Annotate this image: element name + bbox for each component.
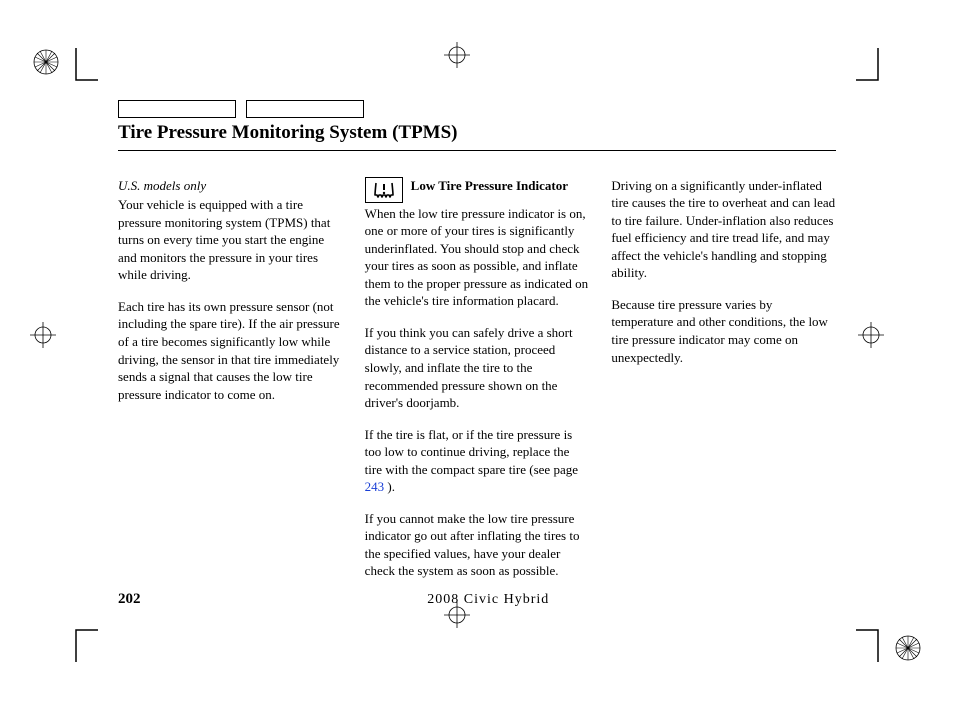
crop-mark-top-right [856, 40, 926, 110]
body-paragraph: When the low tire pressure indicator is … [365, 205, 590, 310]
crop-mark-top-left [28, 40, 98, 110]
body-paragraph: Driving on a significantly under-inflate… [611, 177, 836, 282]
column-3: Driving on a significantly under-inflate… [611, 177, 836, 594]
footer-model: 2008 Civic Hybrid [141, 591, 837, 610]
body-paragraph: Each tire has its own pressure sensor (n… [118, 298, 343, 403]
page-content: Tire Pressure Monitoring System (TPMS) U… [118, 100, 836, 610]
body-paragraph: Your vehicle is equipped with a tire pre… [118, 196, 343, 284]
header-placeholder-boxes [118, 100, 836, 118]
body-paragraph: If you cannot make the low tire pressure… [365, 510, 590, 580]
body-paragraph: If the tire is flat, or if the tire pres… [365, 426, 590, 496]
crop-mark-bottom-right [856, 600, 926, 670]
body-columns: U.S. models only Your vehicle is equippe… [118, 177, 836, 594]
indicator-heading-row: Low Tire Pressure Indicator [365, 177, 590, 203]
crop-mark-bottom-left [28, 600, 98, 670]
indicator-subheading: Low Tire Pressure Indicator [411, 177, 568, 195]
models-note: U.S. models only [118, 177, 343, 195]
page-title: Tire Pressure Monitoring System (TPMS) [118, 120, 836, 151]
column-1: U.S. models only Your vehicle is equippe… [118, 177, 343, 594]
low-tire-pressure-icon [365, 177, 403, 203]
page-reference-link[interactable]: 243 [365, 479, 385, 494]
crop-mark-left-center [28, 320, 98, 390]
crop-mark-bottom-center [442, 600, 512, 670]
body-paragraph: If you think you can safely drive a shor… [365, 324, 590, 412]
page-footer: 202 2008 Civic Hybrid [118, 589, 836, 610]
paragraph-text: ). [384, 479, 395, 494]
body-paragraph: Because tire pressure varies by temperat… [611, 296, 836, 366]
header-box [246, 100, 364, 118]
column-2: Low Tire Pressure Indicator When the low… [365, 177, 590, 594]
page-number: 202 [118, 589, 141, 609]
paragraph-text: If the tire is flat, or if the tire pres… [365, 427, 578, 477]
crop-mark-right-center [856, 320, 926, 390]
header-box [118, 100, 236, 118]
